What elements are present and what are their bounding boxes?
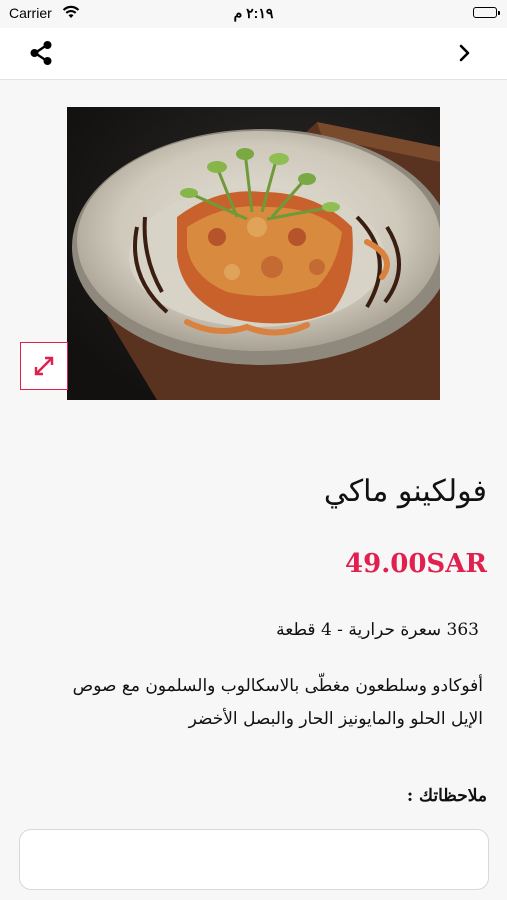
chevron-right-icon[interactable]	[457, 43, 473, 63]
clock: ٢:١٩ م	[233, 5, 274, 21]
product-title: فولكينو ماكي	[323, 474, 487, 509]
expand-image-button[interactable]	[20, 342, 68, 390]
share-icon[interactable]	[28, 40, 54, 66]
product-meta: 363 سعرة حرارية - 4 قطعة	[276, 620, 479, 640]
product-price: 49.00SAR	[345, 549, 487, 579]
notes-label: ملاحظاتك :	[406, 786, 487, 806]
nav-bar	[0, 28, 507, 80]
status-bar: Carrier ٢:١٩ م	[0, 0, 507, 28]
product-description: أفوكادو وسلطعون مغطّى بالاسكالوب والسلمو…	[72, 676, 483, 729]
battery-icon	[473, 7, 500, 18]
expand-icon	[34, 356, 54, 376]
product-image	[67, 107, 440, 400]
notes-input[interactable]	[19, 829, 489, 890]
